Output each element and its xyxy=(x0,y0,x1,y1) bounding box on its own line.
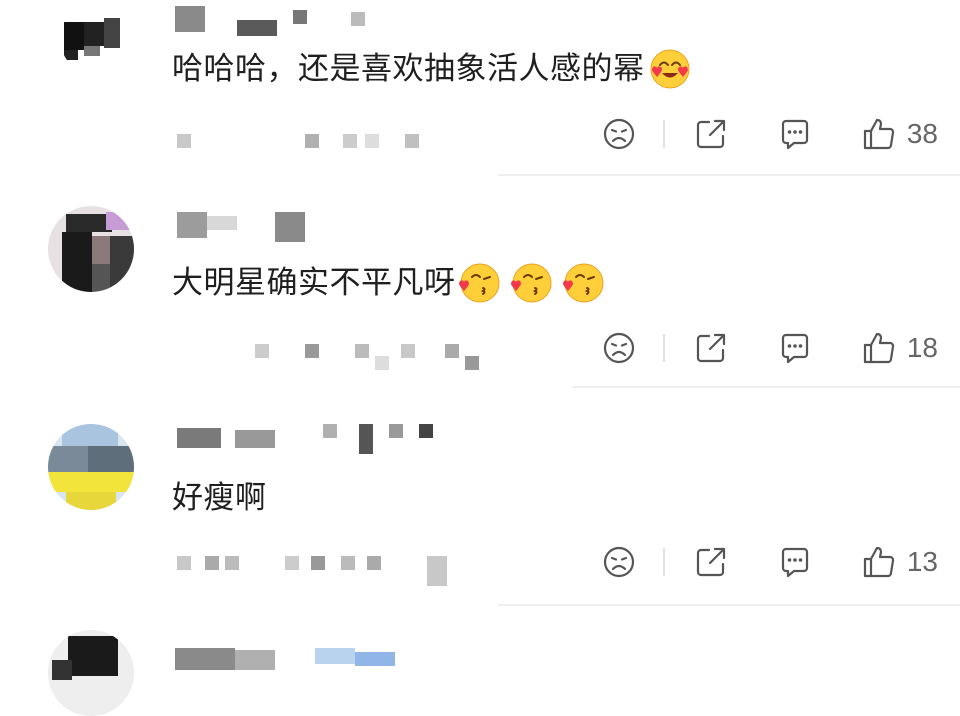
like-count: 18 xyxy=(906,332,938,363)
comment-text: 哈哈哈，还是喜欢抽象活人感的幂 xyxy=(172,48,691,90)
comment-actions: 18 xyxy=(601,330,938,366)
comment-actions: 38 xyxy=(601,116,938,152)
like-button[interactable]: 38 xyxy=(861,116,938,152)
avatar[interactable] xyxy=(48,424,134,510)
username[interactable] xyxy=(175,642,475,682)
divider xyxy=(662,334,665,362)
reply-button[interactable] xyxy=(777,544,813,580)
reply-icon xyxy=(777,116,813,152)
comment-text-content: 哈哈哈，还是喜欢抽象活人感的幂 xyxy=(172,51,645,87)
divider xyxy=(662,548,665,576)
comment-4 xyxy=(0,610,960,716)
like-button[interactable]: 18 xyxy=(861,330,938,366)
reply-button[interactable] xyxy=(777,330,813,366)
comment-text: 大明星确实不平凡呀 xyxy=(172,262,604,304)
like-count: 13 xyxy=(906,546,938,577)
reply-button[interactable] xyxy=(777,116,813,152)
reply-icon xyxy=(777,330,813,366)
avatar[interactable] xyxy=(48,206,134,292)
share-icon xyxy=(693,116,729,152)
share-button[interactable] xyxy=(693,544,729,580)
face-blowing-kiss-icon xyxy=(510,262,552,304)
smiling-face-with-hearts-icon xyxy=(649,48,691,90)
username[interactable] xyxy=(175,4,475,44)
comment-3: 好瘦啊 13 xyxy=(0,390,960,610)
like-count: 38 xyxy=(906,118,938,149)
dislike-button[interactable] xyxy=(601,116,637,152)
sad-face-icon xyxy=(601,116,637,152)
comment-meta xyxy=(175,130,495,160)
share-icon xyxy=(693,330,729,366)
face-blowing-kiss-icon xyxy=(562,262,604,304)
avatar[interactable] xyxy=(60,4,130,74)
comment-meta xyxy=(175,552,495,586)
face-blowing-kiss-icon xyxy=(458,262,500,304)
comment-divider xyxy=(572,386,960,388)
like-button[interactable]: 13 xyxy=(861,544,938,580)
sad-face-icon xyxy=(601,330,637,366)
share-icon xyxy=(693,544,729,580)
sad-face-icon xyxy=(601,544,637,580)
comment-actions: 13 xyxy=(601,544,938,580)
thumbs-up-icon xyxy=(861,330,897,366)
divider xyxy=(662,120,665,148)
reply-icon xyxy=(777,544,813,580)
comment-divider xyxy=(498,604,960,606)
username[interactable] xyxy=(175,208,475,248)
dislike-button[interactable] xyxy=(601,544,637,580)
comment-text-content: 大明星确实不平凡呀 xyxy=(172,265,456,301)
comment-meta xyxy=(175,338,495,370)
comment-divider xyxy=(498,174,960,176)
comment-text-content: 好瘦啊 xyxy=(172,480,267,516)
thumbs-up-icon xyxy=(861,116,897,152)
dislike-button[interactable] xyxy=(601,330,637,366)
thumbs-up-icon xyxy=(861,544,897,580)
comment-1: 哈哈哈，还是喜欢抽象活人感的幂 38 xyxy=(0,0,960,178)
share-button[interactable] xyxy=(693,330,729,366)
username[interactable] xyxy=(175,422,475,462)
comment-text: 好瘦啊 xyxy=(172,478,267,518)
comment-2: 大明星确实不平凡呀 18 xyxy=(0,178,960,390)
share-button[interactable] xyxy=(693,116,729,152)
avatar[interactable] xyxy=(48,630,134,716)
